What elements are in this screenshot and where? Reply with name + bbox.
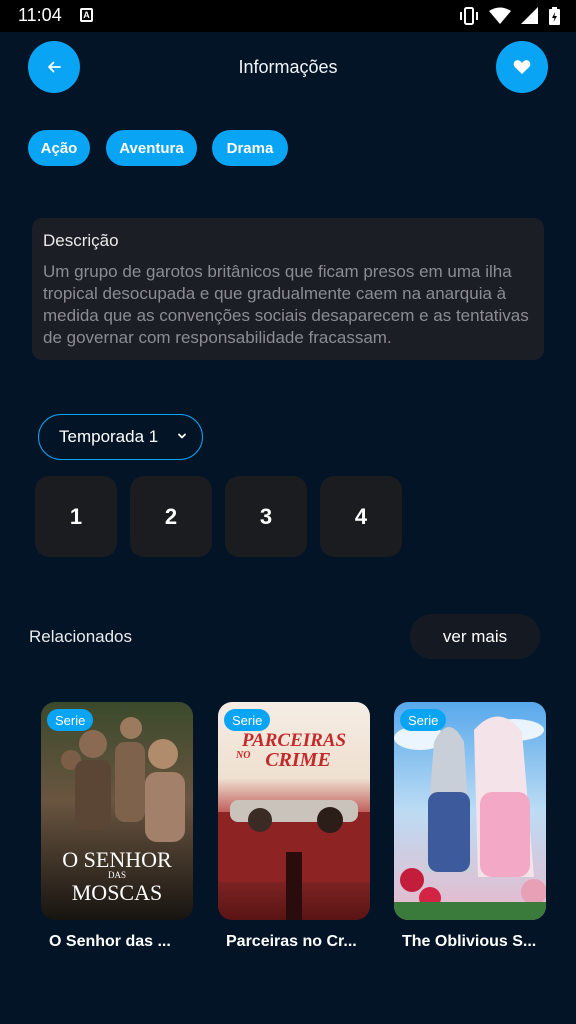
genre-chip[interactable]: Drama [212,130,288,166]
type-badge: Serie [47,709,94,731]
type-badge: Serie [224,709,271,731]
signal-icon [521,7,538,24]
battery-icon [549,7,560,25]
poster-image: O SENHOR DAS MOSCAS Serie [41,702,193,920]
svg-text:NO: NO [235,750,250,761]
status-time: 11:04 [18,5,62,25]
related-card[interactable]: O SENHOR DAS MOSCAS Serie O Senhor das .… [41,702,193,950]
notification-icon: A [80,8,93,22]
heart-icon [513,60,531,74]
svg-text:DAS: DAS [108,870,126,880]
card-title: O Senhor das ... [49,933,171,950]
type-badge: Serie [400,709,447,731]
chevron-down-icon [178,433,186,439]
vibrate-icon [460,7,478,25]
svg-text:O SENHOR: O SENHOR [62,847,172,872]
episode-button[interactable]: 2 [130,476,212,557]
status-bar: 11:04 A [0,0,576,32]
genre-chip[interactable]: Aventura [106,130,197,166]
description-text: Um grupo de garotos britânicos que ficam… [43,262,529,347]
poster-image: PARCEIRAS NO CRIME Serie [218,702,370,920]
status-icons [459,7,560,25]
season-dropdown[interactable]: Temporada 1 [38,414,203,460]
related-card[interactable]: Serie The Oblivious S... [394,702,546,950]
description-title: Descrição [43,231,119,250]
season-selected-label: Temporada 1 [59,427,159,446]
card-title: The Oblivious S... [402,933,537,950]
card-title: Parceiras no Cr... [226,933,357,950]
genre-chip[interactable]: Ação [28,130,90,166]
wifi-icon [489,7,511,24]
svg-text:PARCEIRAS: PARCEIRAS [241,730,346,751]
related-title: Relacionados [29,627,133,646]
episode-button[interactable]: 3 [225,476,307,557]
see-more-button[interactable]: ver mais [410,614,540,659]
page-title: Informações [238,57,338,77]
svg-text:CRIME: CRIME [265,749,331,771]
episode-button[interactable]: 1 [35,476,117,557]
favorite-button[interactable] [496,41,548,93]
episode-button[interactable]: 4 [320,476,402,557]
description-card: Descrição Um grupo de garotos britânicos… [32,218,544,360]
related-card[interactable]: PARCEIRAS NO CRIME Serie Parceiras no Cr… [218,702,370,950]
poster-image: Serie [394,702,546,920]
svg-text:MOSCAS: MOSCAS [72,880,162,905]
